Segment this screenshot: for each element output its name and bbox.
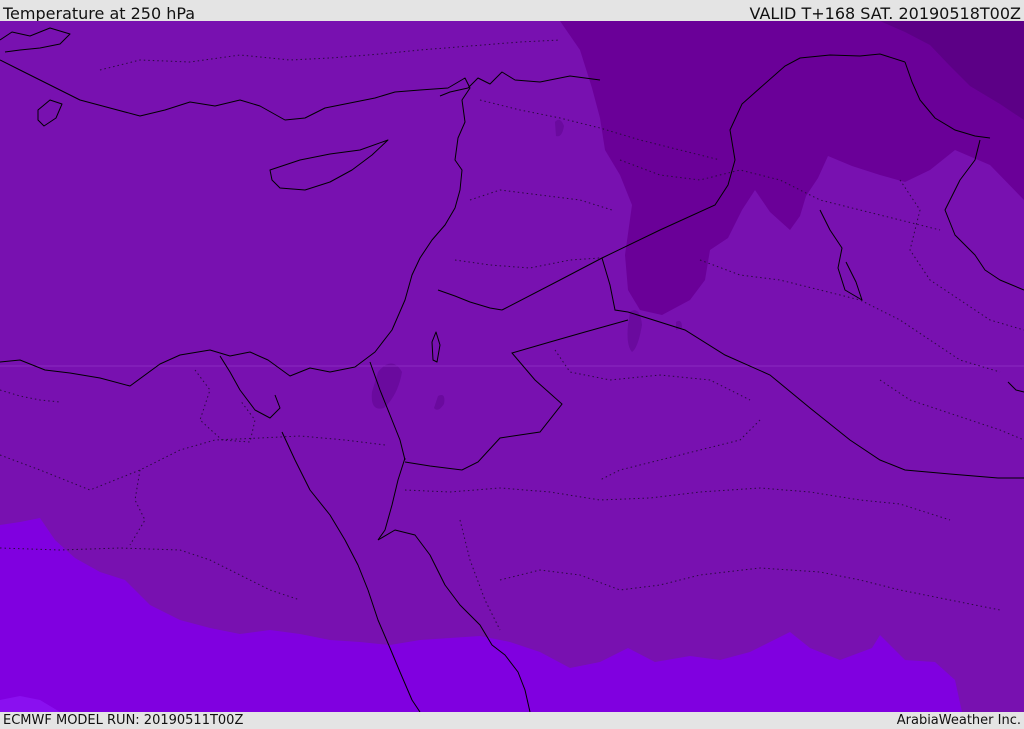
footer-bar: ECMWF MODEL RUN: 20190511T00Z ArabiaWeat… (0, 712, 1024, 729)
temperature-map (0, 21, 1024, 712)
header-bar: Temperature at 250 hPa VALID T+168 SAT. … (0, 0, 1024, 23)
credit-label: ArabiaWeather Inc. (896, 713, 1021, 728)
model-run-label: ECMWF MODEL RUN: 20190511T00Z (3, 713, 244, 728)
forecast-map-page: Temperature at 250 hPa VALID T+168 SAT. … (0, 0, 1024, 729)
